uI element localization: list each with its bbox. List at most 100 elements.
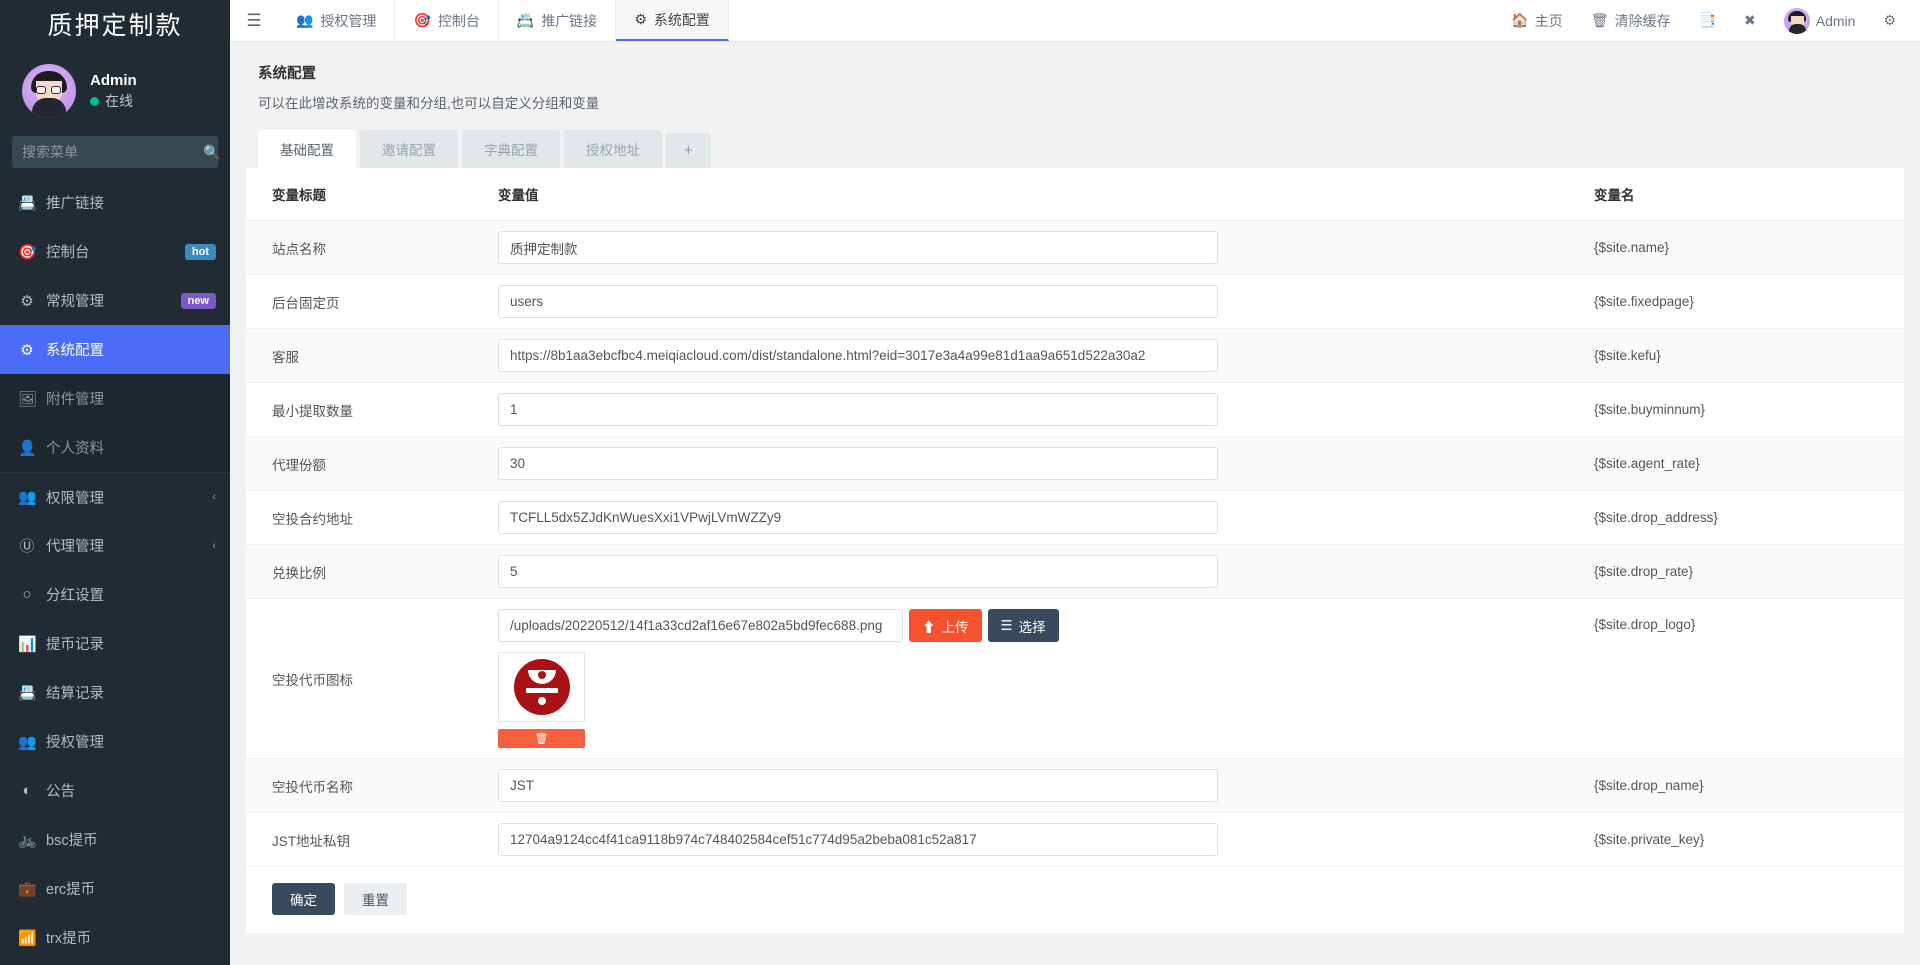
sidebar-item-label: 分红设置 <box>46 584 216 605</box>
sidebar-item-10[interactable]: 📇结算记录 <box>0 668 230 717</box>
page-title: 系统配置 <box>258 62 1892 83</box>
topbar-action-label: 清除缓存 <box>1615 11 1671 31</box>
sidebar-item-label: 公告 <box>46 780 216 801</box>
config-tab-0[interactable]: 基础配置 <box>258 130 356 168</box>
topbar-action-label: 主页 <box>1535 11 1563 31</box>
row-title: 空投合约地址 <box>246 491 498 545</box>
sidebar-item-9[interactable]: 📊提币记录 <box>0 619 230 668</box>
row-value-input[interactable] <box>498 339 1218 372</box>
sidebar-item-label: 权限管理 <box>46 487 202 508</box>
submit-button[interactable]: 确定 <box>272 883 335 915</box>
row-value-input[interactable] <box>498 285 1218 318</box>
users-icon: 👥 <box>18 488 36 506</box>
id-card-icon: 📇 <box>18 194 36 212</box>
sidebar-item-1[interactable]: 🎯控制台hot <box>0 227 230 276</box>
sidebar-item-3[interactable]: ⚙系统配置 <box>0 325 230 374</box>
briefcase-icon: 💼 <box>18 880 36 898</box>
row-variable-name: {$site.drop_rate} <box>1584 545 1904 599</box>
reset-button[interactable]: 重置 <box>344 883 407 915</box>
row-value-input[interactable] <box>498 823 1218 856</box>
row-value-input[interactable] <box>498 769 1218 802</box>
trash-icon: 🗑 <box>1591 12 1609 29</box>
config-tab-3[interactable]: 授权地址 <box>564 130 662 168</box>
row-value-cell <box>498 437 1584 491</box>
table-row: 代理份额{$site.agent_rate} <box>246 437 1904 491</box>
user-circle-icon: Ⓤ <box>18 535 36 556</box>
topbar-action-5[interactable]: ⚙ <box>1869 0 1910 42</box>
config-table: 变量标题 变量值 变量名 站点名称{$site.name}后台固定页{$site… <box>246 168 1904 867</box>
sidebar-item-7[interactable]: Ⓤ代理管理‹ <box>0 521 230 570</box>
app-root: 质押定制款 Admin 在线 🔍 📇推广链接🎯控制台hot⚙常规管理new⚙系统… <box>0 0 1920 965</box>
topbar-action-3[interactable]: ✖ <box>1730 0 1770 42</box>
topbar-tab-2[interactable]: 📇推广链接 <box>499 0 616 41</box>
sidebar-item-12[interactable]: ◐公告 <box>0 766 230 815</box>
chevron-left-icon: ‹ <box>212 491 216 503</box>
sidebar-item-15[interactable]: 📶trx提币 <box>0 913 230 962</box>
config-tab-bar: 基础配置邀请配置字典配置授权地址+ <box>258 130 1904 168</box>
sidebar-item-4[interactable]: 🖼附件管理 <box>0 374 230 423</box>
sidebar-item-6[interactable]: 👥 权限管理 ‹ <box>0 472 230 521</box>
sidebar-item-5[interactable]: 👤 个人资料 <box>0 423 230 472</box>
row-title: 兑换比例 <box>246 545 498 599</box>
sidebar-item-2[interactable]: ⚙常规管理new <box>0 276 230 325</box>
hamburger-icon[interactable]: ☰ <box>230 0 278 41</box>
sidebar-item-label: 个人资料 <box>46 437 216 458</box>
home-icon: 🏠 <box>1511 12 1528 29</box>
sidebar-badge: hot <box>185 244 216 260</box>
row-value-cell <box>498 545 1584 599</box>
row-value-input[interactable] <box>498 231 1218 264</box>
config-tab-1[interactable]: 邀请配置 <box>360 130 458 168</box>
sidebar-search[interactable]: 🔍 <box>12 136 218 168</box>
sidebar-item-label: 授权管理 <box>46 731 216 752</box>
cogs-icon: ⚙ <box>18 292 36 310</box>
sidebar-item-14[interactable]: 💼erc提币 <box>0 864 230 913</box>
row-value-cell: ⬆上传☰选择 🗑 <box>498 599 1584 759</box>
sidebar-item-label: 提币记录 <box>46 633 216 654</box>
sidebar-item-0[interactable]: 📇推广链接 <box>0 178 230 227</box>
row-value-input[interactable] <box>498 501 1218 534</box>
user-icon: 👤 <box>18 439 36 457</box>
config-tab-2[interactable]: 字典配置 <box>462 130 560 168</box>
sidebar-menu: 📇推广链接🎯控制台hot⚙常规管理new⚙系统配置🖼附件管理 👤 个人资料 👥 权限管理… <box>0 178 230 962</box>
users-icon: 👥 <box>18 733 36 751</box>
row-value-cell <box>498 383 1584 437</box>
topbar-action-label: Admin <box>1816 13 1856 29</box>
row-variable-name: {$site.kefu} <box>1584 329 1904 383</box>
row-value-input[interactable] <box>498 393 1218 426</box>
fullscreen-icon: ✖ <box>1744 12 1756 29</box>
sidebar-item-11[interactable]: 👥 授权管理 <box>0 717 230 766</box>
delete-logo-button[interactable]: 🗑 <box>498 729 585 748</box>
sidebar-item-8[interactable]: ○ 分红设置 <box>0 570 230 619</box>
topbar-tab-1[interactable]: 🎯控制台 <box>395 0 498 41</box>
row-title: 最小提取数量 <box>246 383 498 437</box>
row-variable-name: {$site.drop_address} <box>1584 491 1904 545</box>
dashboard-icon: 🎯 <box>413 12 430 29</box>
upload-button[interactable]: ⬆上传 <box>909 609 982 642</box>
topbar-tab-3[interactable]: ⚙系统配置 <box>616 0 729 41</box>
choose-button[interactable]: ☰选择 <box>988 609 1059 642</box>
topbar-action-0[interactable]: 🏠 主页 <box>1497 0 1576 42</box>
add-tab-button[interactable]: + <box>666 133 711 168</box>
avatar <box>22 64 76 118</box>
row-title: 客服 <box>246 329 498 383</box>
table-header-row: 变量标题 变量值 变量名 <box>246 168 1904 221</box>
topbar-tab-0[interactable]: 👥授权管理 <box>278 0 395 41</box>
row-title: 后台固定页 <box>246 275 498 329</box>
row-value-input[interactable] <box>498 447 1218 480</box>
topbar-action-2[interactable]: 📑 <box>1685 0 1730 42</box>
row-value-cell <box>498 329 1584 383</box>
row-variable-name: {$site.private_key} <box>1584 813 1904 867</box>
table-row: 兑换比例 {$site.drop_rate} <box>246 545 1904 599</box>
logo-path-input[interactable] <box>498 609 903 642</box>
search-input[interactable] <box>22 144 203 160</box>
note-icon: 📑 <box>1699 12 1716 29</box>
row-value-cell <box>498 221 1584 275</box>
table-row: 空投代币名称{$site.drop_name} <box>246 759 1904 813</box>
sidebar-item-13[interactable]: 🚲bsc提币 <box>0 815 230 864</box>
row-value-input[interactable] <box>498 555 1218 588</box>
circle-icon: ○ <box>18 586 36 603</box>
topbar-tab-label: 系统配置 <box>654 10 710 30</box>
topbar-action-4[interactable]: Admin <box>1770 0 1870 42</box>
topbar-action-1[interactable]: 🗑 清除缓存 <box>1577 0 1685 42</box>
user-status-label: 在线 <box>105 91 133 111</box>
